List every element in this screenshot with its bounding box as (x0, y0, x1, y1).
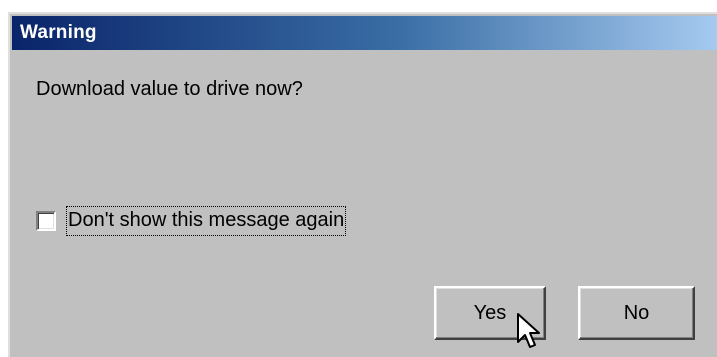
dont-show-again-row[interactable]: Don't show this message again (36, 206, 347, 236)
dont-show-again-label[interactable]: Don't show this message again (66, 206, 347, 236)
dont-show-again-checkbox[interactable] (36, 211, 56, 231)
dialog-message: Download value to drive now? (36, 78, 303, 100)
dialog-title: Warning (20, 22, 97, 43)
warning-dialog: Warning Download value to drive now? Don… (8, 12, 717, 357)
title-bar[interactable]: Warning (12, 16, 717, 50)
mouse-pointer-icon (517, 313, 540, 348)
no-button[interactable]: No (578, 286, 695, 340)
